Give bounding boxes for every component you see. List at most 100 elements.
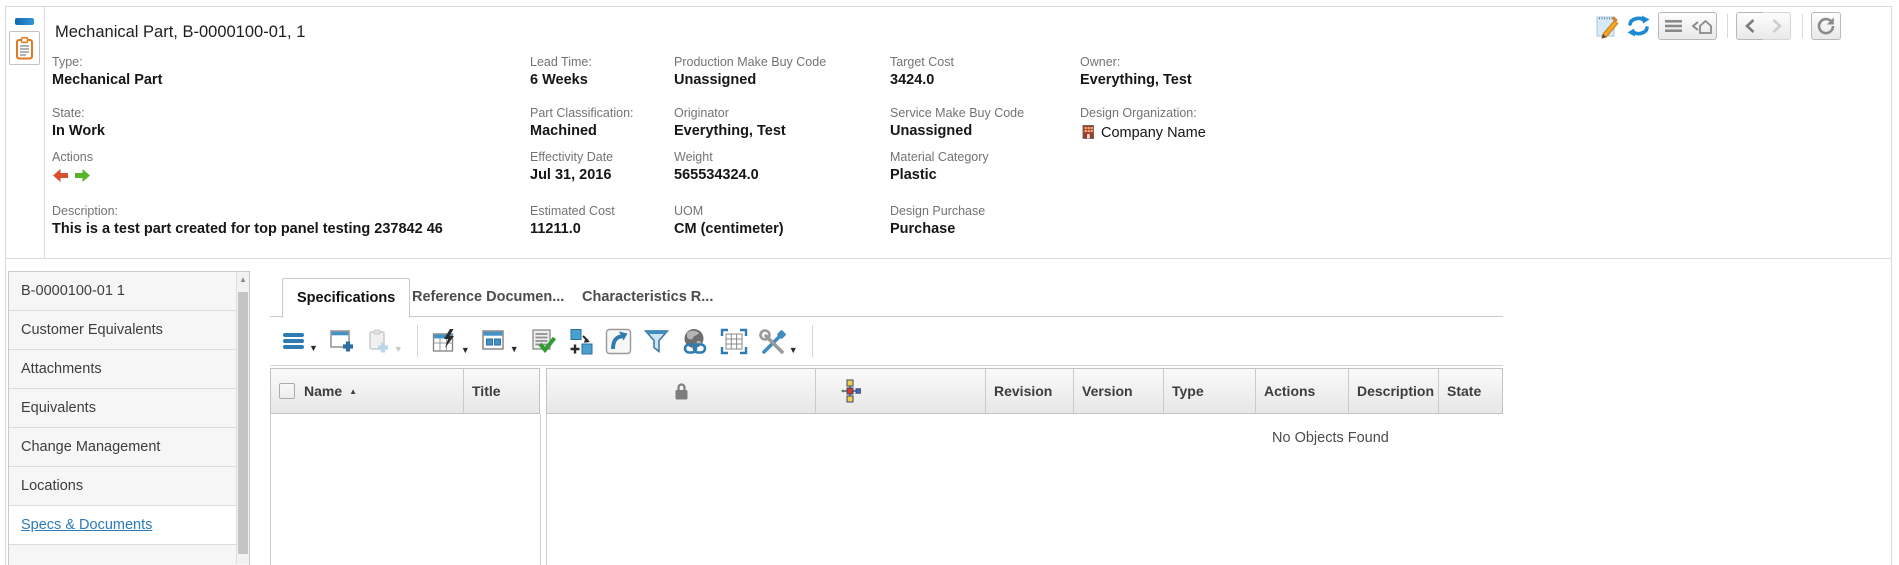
toolbar-separator [417, 325, 418, 357]
field-label: Material Category [890, 150, 989, 164]
field-value: Everything, Test [674, 123, 786, 140]
sidebar-item-part-number[interactable]: B-0000100-01 1 [9, 272, 236, 311]
display-options-icon[interactable]: ▼ [481, 328, 519, 354]
sort-ascending-icon: ▲ [349, 387, 357, 396]
column-header-name[interactable]: Name ▲ [271, 369, 464, 413]
home-back-button[interactable] [1687, 12, 1717, 40]
sidebar-item-label: Locations [21, 478, 83, 494]
paste-icon-disabled[interactable]: ▼ [366, 328, 403, 354]
field-label: Production Make Buy Code [674, 55, 826, 69]
red-left-arrow-icon[interactable] [52, 168, 69, 183]
tab-label: Reference Documen... [412, 289, 564, 305]
field-label: Part Classification: [530, 106, 634, 120]
field-weight: Weight 565534324.0 [674, 150, 759, 184]
field-label: Target Cost [890, 55, 954, 69]
scroll-pane-border [546, 414, 547, 565]
field-estimated-cost: Estimated Cost 11211.0 [530, 204, 615, 238]
sidebar-item-label: Equivalents [21, 400, 96, 416]
blue-tab-indicator[interactable] [15, 18, 34, 25]
edit-note-icon[interactable] [1595, 13, 1619, 39]
sync-icon[interactable] [1625, 14, 1652, 38]
tab-reference-documents[interactable]: Reference Documen... [412, 278, 564, 317]
field-target-cost: Target Cost 3424.0 [890, 55, 954, 89]
tab-specifications[interactable]: Specifications [282, 278, 410, 318]
field-material-category: Material Category Plastic [890, 150, 989, 184]
web-link-icon[interactable] [681, 328, 709, 355]
field-service-make-buy: Service Make Buy Code Unassigned [890, 106, 1024, 140]
sidebar-item-label: Customer Equivalents [21, 322, 163, 338]
column-header-lock[interactable] [547, 369, 816, 413]
back-button[interactable] [1736, 12, 1764, 40]
sidebar-item-customer-equivalents[interactable]: Customer Equivalents [9, 311, 236, 350]
open-arrow-icon[interactable] [605, 328, 632, 355]
field-value: Machined [530, 123, 634, 140]
column-label: Name [304, 383, 342, 399]
caret-down-icon: ▼ [461, 345, 470, 355]
new-object-icon[interactable] [329, 328, 355, 354]
chevron-left-icon [1744, 18, 1756, 34]
field-label: Design Organization: [1080, 106, 1206, 120]
column-header-title[interactable]: Title [464, 369, 539, 413]
forward-button[interactable] [1763, 12, 1791, 40]
field-value: 6 Weeks [530, 72, 592, 89]
column-label: Version [1082, 383, 1133, 399]
column-label: Description [1357, 383, 1434, 399]
add-existing-icon[interactable] [568, 328, 594, 355]
rail-divider [44, 7, 45, 258]
column-header-version[interactable]: Version [1074, 369, 1164, 413]
grid-header-left-pane: Name ▲ Title [270, 368, 540, 414]
field-state: State: In Work [52, 106, 105, 140]
sidebar-item-locations[interactable]: Locations [9, 467, 236, 506]
column-label: State [1447, 383, 1481, 399]
hamburger-menu-button[interactable] [1658, 12, 1688, 40]
sidebar-item-equivalents[interactable]: Equivalents [9, 389, 236, 428]
table-actions-icon[interactable]: ▼ [432, 328, 470, 355]
field-label: Description: [52, 204, 443, 218]
green-right-arrow-icon[interactable] [74, 168, 91, 183]
field-value: 3424.0 [890, 72, 954, 89]
sidebar-scrollbar[interactable]: ▲ [236, 272, 249, 564]
column-header-structure[interactable] [816, 369, 986, 413]
sidebar-item-specs-documents[interactable]: Specs & Documents [9, 506, 236, 545]
scroll-up-icon[interactable]: ▲ [237, 272, 249, 288]
sidebar-item-attachments[interactable]: Attachments [9, 350, 236, 389]
validate-doc-icon[interactable] [530, 328, 557, 355]
column-header-description[interactable]: Description [1349, 369, 1439, 413]
field-value: Plastic [890, 167, 989, 184]
building-icon [1080, 124, 1096, 140]
field-label: Lead Time: [530, 55, 592, 69]
field-label: Owner: [1080, 55, 1192, 69]
caret-down-icon: ▼ [394, 344, 403, 354]
field-part-classification: Part Classification: Machined [530, 106, 634, 140]
refresh-button[interactable] [1811, 12, 1841, 40]
filter-funnel-icon[interactable] [643, 328, 670, 355]
column-header-type[interactable]: Type [1164, 369, 1256, 413]
field-design-purchase: Design Purchase Purchase [890, 204, 985, 238]
column-header-actions[interactable]: Actions [1256, 369, 1349, 413]
grid-header-right-pane: Revision Version Type Actions Descriptio… [546, 368, 1503, 414]
field-value: Purchase [890, 221, 985, 238]
sidebar-item-change-management[interactable]: Change Management [9, 428, 236, 467]
field-label: Effectivity Date [530, 150, 613, 164]
list-menu-icon[interactable]: ▼ [282, 329, 318, 353]
clipboard-panel-button[interactable] [9, 31, 40, 65]
toolbar-separator [812, 325, 813, 357]
clipboard-icon [15, 37, 34, 60]
field-owner: Owner: Everything, Test [1080, 55, 1192, 89]
field-originator: Originator Everything, Test [674, 106, 786, 140]
column-header-revision[interactable]: Revision [986, 369, 1074, 413]
app-root: Mechanical Part, B-0000100-01, 1 Type: [0, 0, 1899, 565]
column-label: Revision [994, 383, 1052, 399]
structure-icon [839, 379, 861, 403]
field-label: Weight [674, 150, 759, 164]
scrollbar-thumb[interactable] [238, 292, 248, 554]
column-header-state[interactable]: State [1439, 369, 1502, 413]
tab-characteristics[interactable]: Characteristics R... [582, 278, 713, 317]
select-all-checkbox[interactable] [279, 383, 295, 399]
sidebar: B-0000100-01 1 Customer Equivalents Atta… [8, 271, 250, 565]
table-toolbar: ▼ ▼ ▼ ▼ [282, 317, 816, 365]
table-select-icon[interactable] [720, 328, 748, 355]
tools-icon[interactable]: ▼ [759, 328, 798, 355]
home-arrow-icon [1692, 18, 1712, 34]
design-organization-link[interactable]: Company Name [1101, 125, 1206, 142]
